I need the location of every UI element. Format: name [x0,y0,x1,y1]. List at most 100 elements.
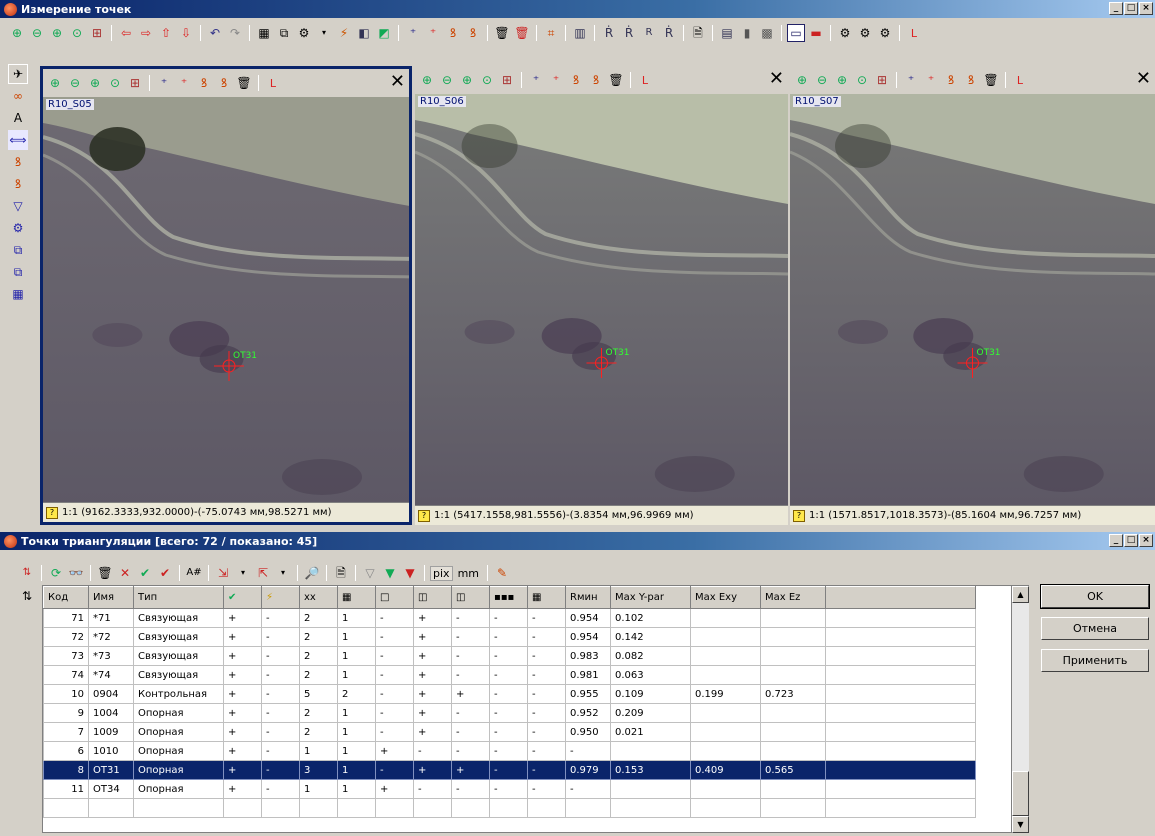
image-pane-3[interactable]: ⊕ ⊖ ⊕ ⊙ ⊞ ⁺ ⁺ ꝸ ꝸ 🗑 L ✕ R10_S07 OT31 ? 1… [790,66,1155,525]
aerial-image[interactable]: R10_S05 OT31 [43,97,409,502]
tool-window-2-icon[interactable]: ⧉ [8,262,28,282]
pane-zoom-fit-icon[interactable]: ⊕ [833,71,851,89]
points-maximize-button[interactable]: □ [1124,534,1138,547]
col-header-8[interactable]: ◫ [413,586,452,609]
r-query-icon[interactable]: Ṙ [660,24,678,42]
col-header-12[interactable]: Rмин [565,586,611,609]
export-icon[interactable]: ⧉ [275,24,293,42]
delete-all-icon[interactable]: 🗑 [513,24,531,42]
pane-grid-icon[interactable]: ⊞ [498,71,516,89]
redo-icon[interactable]: ↷ [226,24,244,42]
pane-add-point-icon[interactable]: ⁺ [155,74,173,92]
block-icon[interactable]: ▥ [571,24,589,42]
options-icon[interactable]: ⚙ [836,24,854,42]
tool-icon[interactable]: ▩ [758,24,776,42]
pane-zoom-out-icon[interactable]: ⊖ [66,74,84,92]
col-header-5[interactable]: xx [299,586,338,609]
unit-mm-toggle[interactable]: mm [454,565,482,581]
scroll-up-button[interactable]: ▲ [1012,586,1029,603]
table-row[interactable]: 7 1009 Опорная + -2 1- + - - -0.950 0.021 [43,722,976,742]
pane-zoom-window-icon[interactable]: ⊙ [478,71,496,89]
zoom-window-icon[interactable]: ⊙ [68,24,86,42]
edit-icon[interactable]: ✎ [493,564,511,582]
col-header-11[interactable]: ▦ [527,586,566,609]
aerial-image[interactable]: R10_S07 OT31 [790,94,1155,505]
report-icon[interactable]: ▤ [718,24,736,42]
zoom-in-icon[interactable]: ⊕ [8,24,26,42]
pane-add-point-icon[interactable]: ⁺ [527,71,545,89]
import-icon[interactable]: ⇲ [214,564,232,582]
cancel-button[interactable]: Отмена [1041,617,1149,640]
pane-zoom-fit-icon[interactable]: ⊕ [458,71,476,89]
points-titlebar[interactable]: Точки триангуляции [всего: 72 / показано… [0,532,1155,550]
table-row[interactable]: 73 *73 Связующая + -2 1- + - - -0.983 0.082 [43,646,976,666]
pane-point-edit-icon[interactable]: ꝸ [215,74,233,92]
arrow-down-icon[interactable]: ⇩ [177,24,195,42]
undo-icon[interactable]: ↶ [206,24,224,42]
tool-grid-icon[interactable]: ▦ [8,284,28,304]
image-pane-2[interactable]: ⊕ ⊖ ⊕ ⊙ ⊞ ⁺ ⁺ ꝸ ꝸ 🗑 L ✕ R10_S06 OT31 ? 1… [415,66,788,525]
window-layout-icon[interactable]: ▭ [787,24,805,42]
tool-point-icon[interactable]: ꝸ [8,152,28,172]
col-header-10[interactable]: ▪▪▪ [489,586,528,609]
pane-zoom-in-icon[interactable]: ⊕ [418,71,436,89]
unit-pix-toggle[interactable]: pix [430,565,453,581]
pane-point-icon[interactable]: ꝸ [942,71,960,89]
zoom-fit-icon[interactable]: ⊕ [48,24,66,42]
r-point-icon[interactable]: Ṙ [600,24,618,42]
apply-button[interactable]: Применить [1041,649,1149,672]
pane-l-icon[interactable]: L [636,71,654,89]
check-red-icon[interactable]: ✔ [156,564,174,582]
pane-delete-icon[interactable]: 🗑 [607,71,625,89]
pane-point-edit-icon[interactable]: ꝸ [962,71,980,89]
table-row[interactable]: 72 *72 Связующая + -2 1- + - - -0.954 0.142 [43,627,976,647]
pane-grid-icon[interactable]: ⊞ [126,74,144,92]
table-row[interactable] [43,798,976,818]
minimize-button[interactable]: _ [1109,2,1123,15]
pane-zoom-out-icon[interactable]: ⊖ [438,71,456,89]
pane-add-red-icon[interactable]: ⁺ [175,74,193,92]
filter-red-icon[interactable]: ▼ [401,564,419,582]
arrow-left-icon[interactable]: ⇦ [117,24,135,42]
pane-point-edit-icon[interactable]: ꝸ [587,71,605,89]
pane-zoom-window-icon[interactable]: ⊙ [106,74,124,92]
add-point-red-icon[interactable]: ⁺ [424,24,442,42]
sort-az-icon[interactable]: ⇅ [18,587,36,605]
table-row[interactable]: 71 *71 Связующая + -2 1- + - - -0.954 0.102 [43,608,976,628]
l-letter-icon[interactable]: L [905,24,923,42]
pane-zoom-out-icon[interactable]: ⊖ [813,71,831,89]
col-header-2[interactable]: Тип [133,586,224,609]
points-close-button[interactable]: × [1139,534,1153,547]
r-point-2-icon[interactable]: Ṙ [620,24,638,42]
r-letter-icon[interactable]: R [640,24,658,42]
find-icon[interactable]: 🔎 [303,564,321,582]
filter-icon[interactable]: ▽ [361,564,379,582]
tool-filter-icon[interactable]: ▽ [8,196,28,216]
magic-icon[interactable]: ⚡ [335,24,353,42]
zoom-out-icon[interactable]: ⊖ [28,24,46,42]
settings-icon[interactable]: ⚙ [295,24,313,42]
options-3-icon[interactable]: ⚙ [876,24,894,42]
pane-grid-icon[interactable]: ⊞ [873,71,891,89]
arrow-up-icon[interactable]: ⇧ [157,24,175,42]
close-button[interactable]: × [1139,2,1153,15]
tool-link-icon[interactable]: ⟺ [8,130,28,150]
color-icon[interactable]: ◩ [375,24,393,42]
points-minimize-button[interactable]: _ [1109,534,1123,547]
rename-icon[interactable]: A# [185,564,203,582]
maximize-button[interactable]: □ [1124,2,1138,15]
col-header-6[interactable]: ▦ [337,586,376,609]
pane-l-icon[interactable]: L [1011,71,1029,89]
pane-close-icon[interactable]: ✕ [769,69,784,89]
pane-zoom-in-icon[interactable]: ⊕ [793,71,811,89]
grid-icon[interactable]: ▦ [255,24,273,42]
pane-delete-icon[interactable]: 🗑 [235,74,253,92]
aerial-image[interactable]: R10_S06 OT31 [415,94,788,505]
arrow-right-icon[interactable]: ⇨ [137,24,155,42]
tool-settings-icon[interactable]: ⚙ [8,218,28,238]
main-titlebar[interactable]: Измерение точек _ □ × [0,0,1155,18]
cross-tool-icon[interactable]: ⌗ [542,24,560,42]
book-icon[interactable]: ▮ [738,24,756,42]
table-row[interactable]: 10 0904 Контрольная + -5 2- + + - -0.955 0.109 0.19… [43,684,976,704]
col-header-9[interactable]: ◫ [451,586,490,609]
